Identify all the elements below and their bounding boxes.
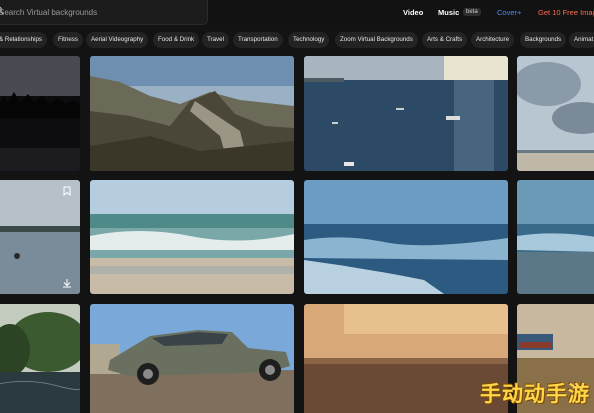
chip-architecture[interactable]: Architecture [471,32,515,48]
chip-travel[interactable]: Travel [202,32,229,48]
category-chips: & Relationships Fitness Aerial Videograp… [0,32,594,48]
search-input[interactable] [0,2,199,22]
chip-aerial-videography[interactable]: Aerial Videography [86,32,149,48]
thumbnail-blue-sea-waves [304,180,508,294]
chip-backgrounds[interactable]: Backgrounds [520,32,567,48]
video-tile-shore-waves[interactable] [517,180,594,294]
thumbnail-old-car-desert [90,304,294,413]
thumbnail-swimmer-lake [0,180,80,294]
chip-food-drink[interactable]: Food & Drink [153,32,200,48]
thumbnail-mountain-road [90,56,294,171]
video-tile-mangrove-river[interactable] [0,304,80,413]
search-box[interactable] [0,0,208,25]
thumbnail-harbor-boats-sunset [304,56,508,171]
video-tile-mountain-road[interactable] [90,56,294,171]
video-tile-harbor-boats-sunset[interactable] [304,56,508,171]
watermark-logo: 手动动手游 [480,382,590,406]
beta-badge: beta [463,8,481,16]
video-tile-silhouette-trees-lake[interactable] [0,56,80,171]
promo-link[interactable]: Get 10 Free Imag [538,8,594,17]
download-icon[interactable] [62,278,72,288]
thumbnail-mangrove-river [0,304,80,413]
nav-music[interactable]: Music [438,8,459,17]
chip-arts-crafts[interactable]: Arts & Crafts [422,32,468,48]
chip-relationships[interactable]: & Relationships [0,32,47,48]
thumbnail-sunset-field [304,304,508,413]
nav-video[interactable]: Video [403,8,423,17]
nav-cover-plus[interactable]: Cover+ [497,8,521,17]
chip-zoom-virtual-backgrounds[interactable]: Zoom Virtual Backgrounds [335,32,418,48]
top-bar: Video Music beta Cover+ Get 10 Free Imag [0,0,594,27]
chip-transportation[interactable]: Transportation [233,32,283,48]
video-tile-clouds-beach[interactable] [517,56,594,171]
thumbnail-clouds-beach [517,56,594,171]
video-tile-ocean-waves-beach[interactable] [90,180,294,294]
video-tile-swimmer-lake[interactable] [0,180,80,294]
thumbnail-shore-waves [517,180,594,294]
video-tile-sunset-field[interactable] [304,304,508,413]
bookmark-icon[interactable] [62,186,72,196]
video-tile-old-car-desert[interactable] [90,304,294,413]
thumbnail-ocean-waves-beach [90,180,294,294]
video-tile-blue-sea-waves[interactable] [304,180,508,294]
chip-animation[interactable]: Animat [569,32,594,48]
thumbnail-silhouette-trees-lake [0,56,80,171]
chip-technology[interactable]: Technology [288,32,330,48]
chip-fitness[interactable]: Fitness [53,32,83,48]
